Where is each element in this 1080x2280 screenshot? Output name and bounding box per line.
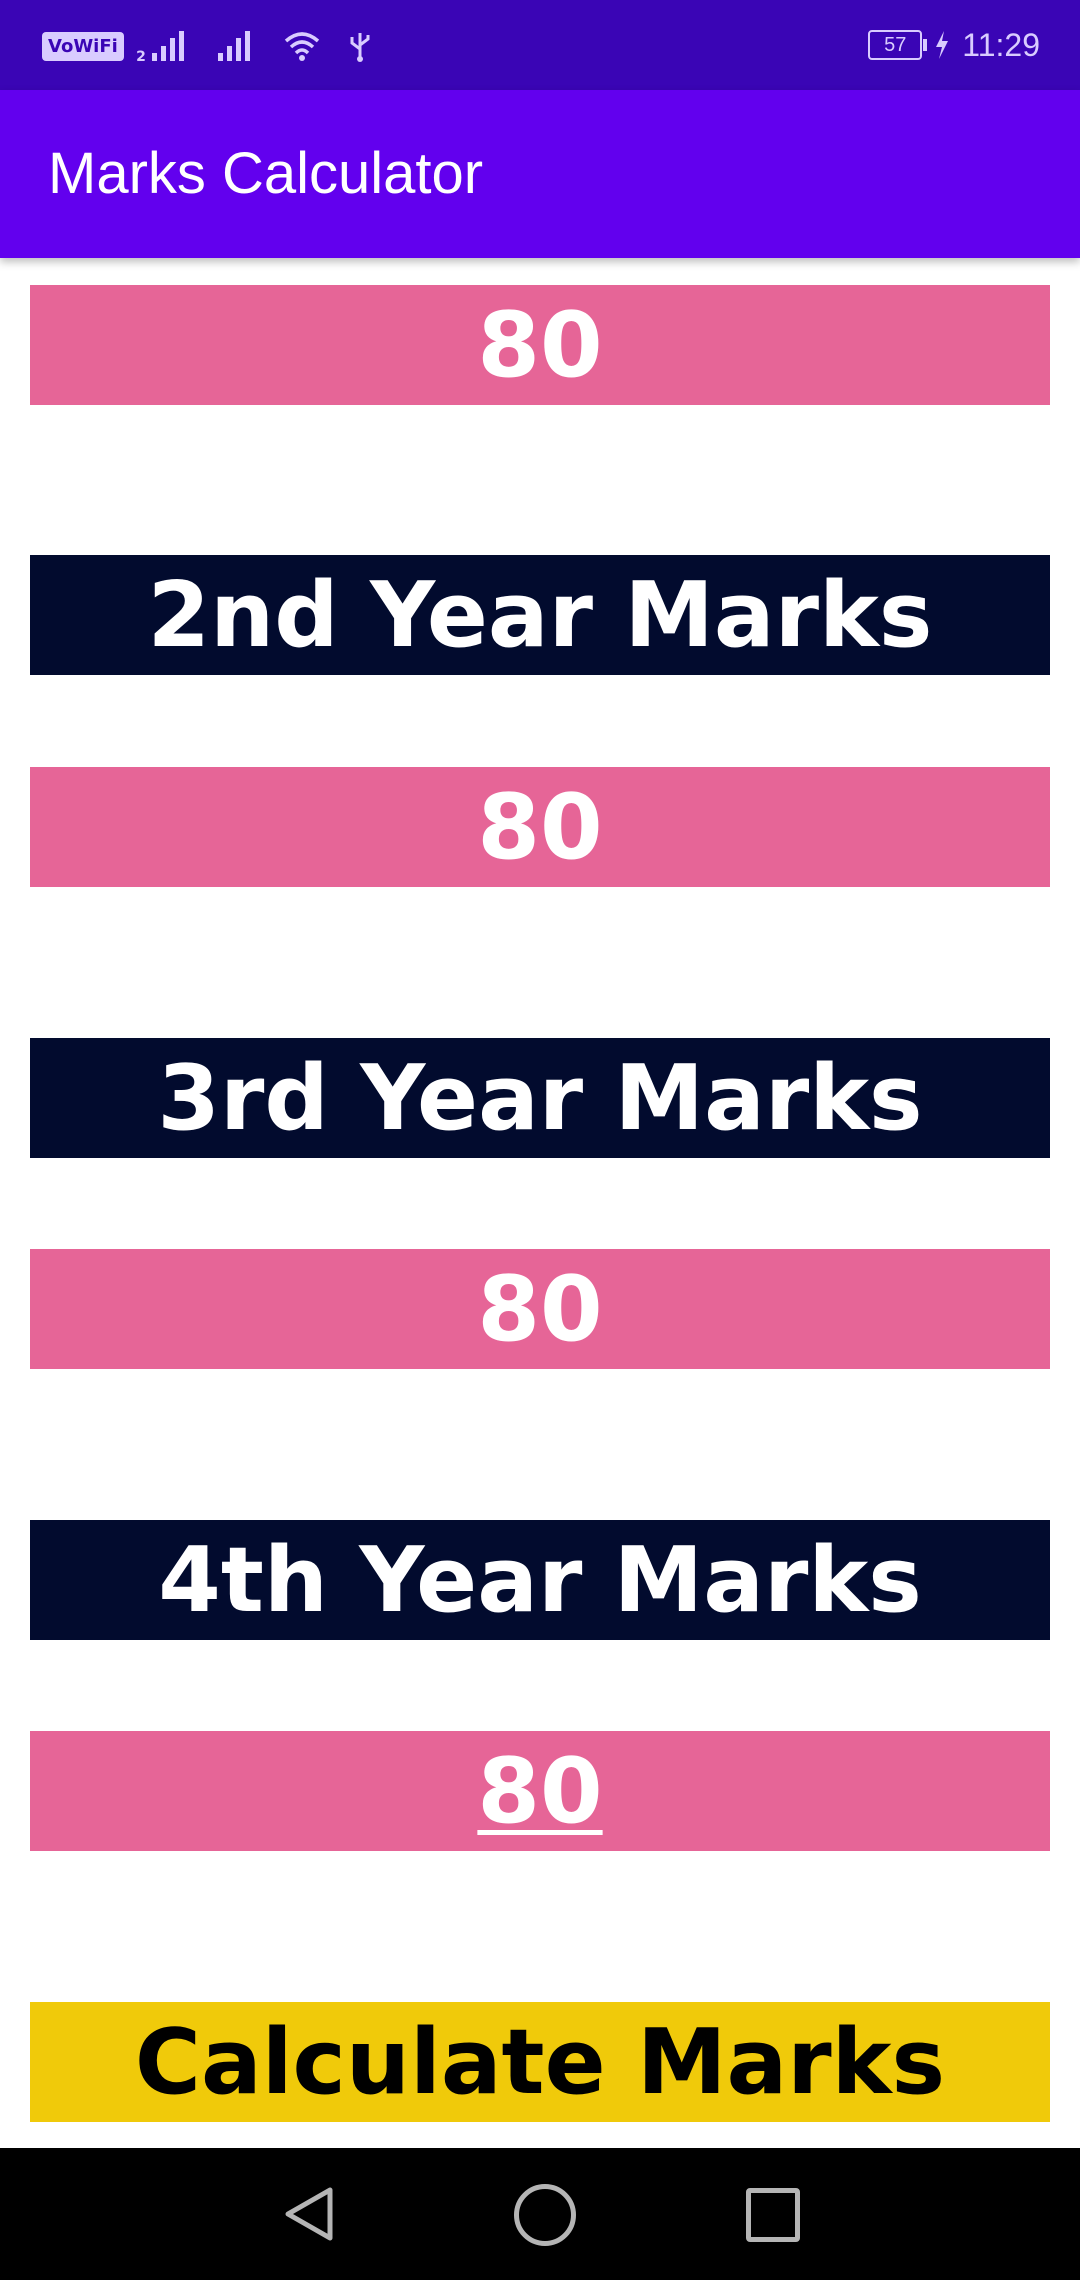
status-icons-left: VoWiFi 2 [42,24,372,68]
app-bar: Marks Calculator [0,90,1080,258]
recent-apps-icon[interactable] [746,2188,800,2242]
usb-icon [350,33,370,62]
year2-marks-label: 2nd Year Marks [30,555,1050,675]
home-icon[interactable] [514,2184,576,2246]
year3-marks-label: 3rd Year Marks [30,1038,1050,1158]
charging-icon [936,31,949,59]
app-title: Marks Calculator [48,141,484,206]
year1-marks-input[interactable]: 80 [30,285,1050,405]
year4-marks-input[interactable]: 80 [30,1731,1050,1851]
year2-marks-input[interactable]: 80 [30,767,1050,887]
battery-icon: 57 [868,30,928,60]
vowifi-sim-index: 2 [136,48,146,65]
year4-marks-value: 80 [477,1738,603,1844]
back-icon[interactable] [282,2186,338,2242]
calculate-marks-button[interactable]: Calculate Marks [30,2002,1050,2122]
year4-marks-label: 4th Year Marks [30,1520,1050,1640]
status-icons-right: 57 11:29 [868,22,1040,68]
navigation-bar [0,2148,1080,2280]
clock: 11:29 [962,26,1040,63]
wifi-icon [284,32,319,61]
signal-icon [151,31,184,61]
marks-form: 80 2nd Year Marks 80 3rd Year Marks 80 4… [0,258,1080,2148]
signal-icon-2 [217,31,250,61]
vowifi-icon: VoWiFi 2 [42,31,146,65]
year3-marks-input[interactable]: 80 [30,1249,1050,1369]
status-bar: VoWiFi 2 57 11:29 [0,0,1080,90]
